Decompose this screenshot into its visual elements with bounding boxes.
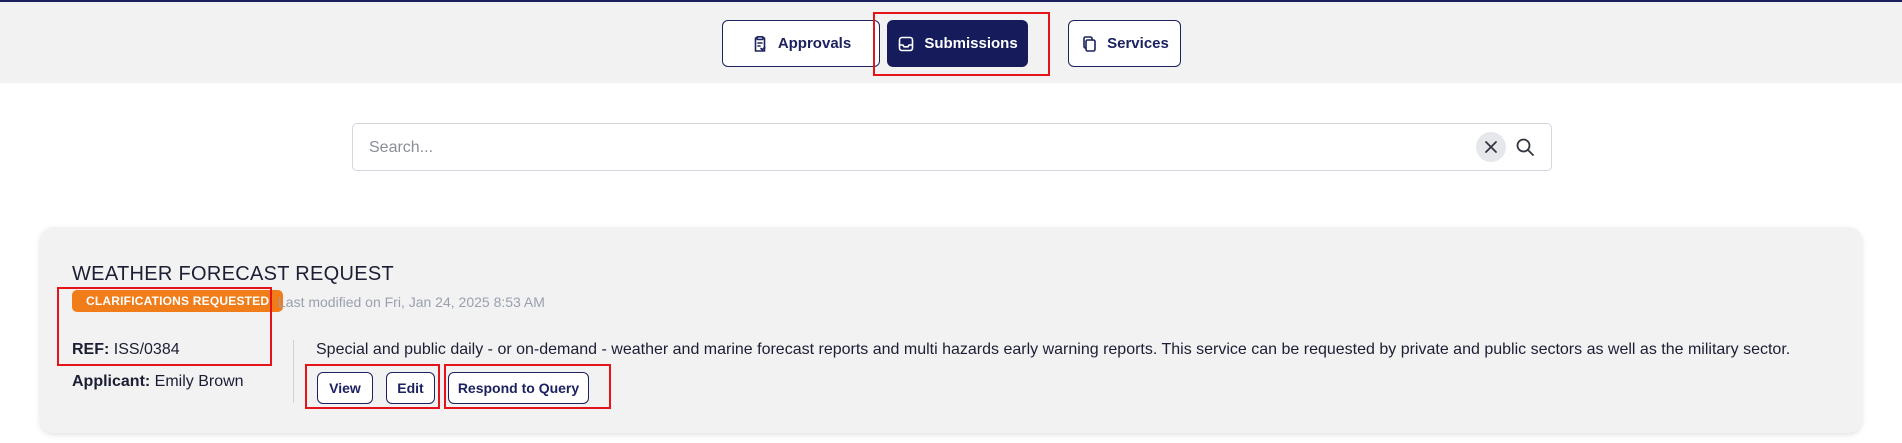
clipboard-check-icon — [754, 35, 766, 52]
search-icon[interactable] — [1515, 137, 1535, 157]
status-badge: CLARIFICATIONS REQUESTED — [72, 290, 284, 312]
tab-submissions[interactable]: Submissions — [887, 20, 1028, 67]
tab-services-label: Services — [1107, 35, 1169, 52]
tab-approvals[interactable]: Approvals — [722, 20, 880, 67]
view-button[interactable]: View — [317, 372, 373, 404]
inbox-icon — [899, 36, 914, 51]
submission-card: WEATHER FORECAST REQUEST CLARIFICATIONS … — [40, 227, 1862, 433]
copy-icon — [1083, 35, 1096, 52]
respond-to-query-button[interactable]: Respond to Query — [448, 372, 589, 404]
close-icon — [1485, 141, 1497, 153]
submission-description: Special and public daily - or on-demand … — [316, 341, 1791, 358]
tab-bar: Approvals Submissions Services — [0, 2, 1902, 83]
submission-title: WEATHER FORECAST REQUEST — [72, 263, 395, 285]
applicant: Applicant: Emily Brown — [72, 373, 244, 391]
ref-value: ISS/0384 — [113, 341, 180, 358]
last-modified-text: Last modified on Fri, Jan 24, 2025 8:53 … — [278, 294, 545, 310]
search-box — [352, 123, 1552, 171]
applicant-value: Emily Brown — [154, 373, 244, 390]
tab-services[interactable]: Services — [1068, 20, 1181, 67]
tab-submissions-label: Submissions — [924, 35, 1018, 52]
edit-button[interactable]: Edit — [386, 372, 435, 404]
ref-label: REF: — [72, 341, 110, 358]
card-divider — [293, 340, 294, 403]
reference-number: REF: ISS/0384 — [72, 341, 180, 359]
search-input[interactable] — [367, 134, 1471, 162]
clear-search-button[interactable] — [1476, 132, 1506, 162]
tab-approvals-label: Approvals — [777, 35, 852, 52]
applicant-label: Applicant: — [72, 373, 151, 390]
